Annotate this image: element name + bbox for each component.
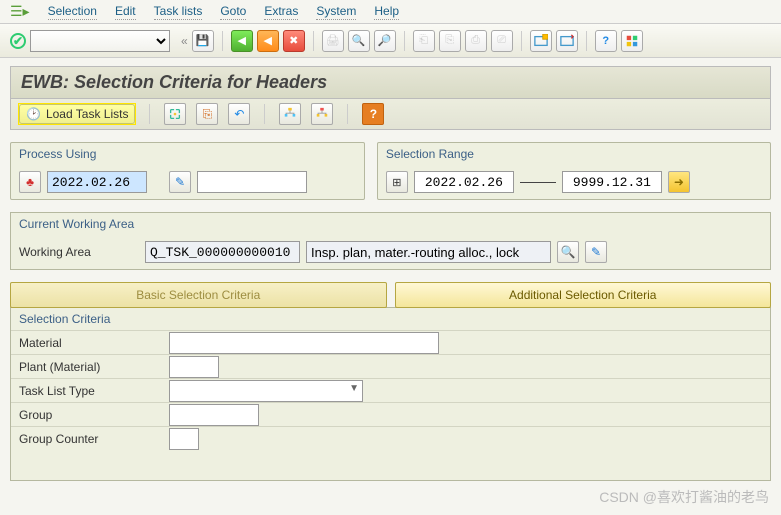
new-session-button[interactable] [530,30,552,52]
back-button[interactable]: ◀ [231,30,253,52]
undo-icon[interactable]: ↶ [228,103,250,125]
process-using-panel: Process Using ♣ ✎ [10,142,365,200]
info-button[interactable]: ? [362,103,384,125]
plant-field[interactable] [169,356,219,378]
system-toolbar: ✔ « 💾 ◀ ◀ ✖ 🖨 🔍 🔎 ⎗ ⎘ ⎙ ⎚ ? [0,24,781,58]
application-toolbar: 🕑 Load Task Lists ⎘ ↶ ? [10,99,771,130]
menu-task-lists[interactable]: Task lists [154,4,203,20]
counter-field[interactable] [169,428,199,450]
last-page-button[interactable]: ⎚ [491,30,513,52]
first-page-button[interactable]: ⎗ [413,30,435,52]
task-type-label: Task List Type [19,384,169,398]
task-type-field[interactable] [169,380,363,402]
key-date-field[interactable] [47,171,147,193]
back-hist-icon[interactable]: « [181,34,188,48]
sap-menu-icon[interactable]: ☰▸ [10,3,30,20]
change-no-field[interactable] [197,171,307,193]
find-next-button[interactable]: 🔎 [374,30,396,52]
menu-goto[interactable]: Goto [220,4,246,20]
menu-system[interactable]: System [316,4,356,20]
plant-label: Plant (Material) [19,360,169,374]
next-page-button[interactable]: ⎙ [465,30,487,52]
selection-range-panel: Selection Range ⊞ ➜ [377,142,771,200]
tab-strip: Basic Selection Criteria Additional Sele… [10,282,771,308]
working-area-id-field[interactable] [145,241,300,263]
process-using-title: Process Using [11,143,364,165]
menu-help[interactable]: Help [374,4,399,20]
working-area-panel: Current Working Area Working Area 🔍 ✎ [10,212,771,270]
range-action-icon[interactable]: ➜ [668,171,690,193]
material-label: Material [19,336,169,350]
load-task-lists-label: Load Task Lists [46,107,129,121]
change-no-icon[interactable]: ✎ [169,171,191,193]
working-area-label: Working Area [19,245,139,259]
content-area: EWB: Selection Criteria for Headers 🕑 Lo… [0,58,781,489]
menu-selection[interactable]: Selection [48,4,97,20]
tab-additional[interactable]: Additional Selection Criteria [395,282,772,308]
menu-bar: ☰▸ Selection Edit Task lists Goto Extras… [0,0,781,24]
group-field[interactable] [169,404,259,426]
edit-wa-button[interactable]: ✎ [585,241,607,263]
selection-criteria-title: Selection Criteria [11,308,770,330]
tab-basic[interactable]: Basic Selection Criteria [10,282,387,308]
page-title: EWB: Selection Criteria for Headers [10,66,771,99]
key-date-icon[interactable]: ♣ [19,171,41,193]
cancel-button[interactable]: ✖ [283,30,305,52]
enter-button[interactable]: ✔ [10,33,26,49]
working-area-desc-field [306,241,551,263]
layout-button[interactable] [556,30,578,52]
save-button[interactable]: 💾 [192,30,214,52]
range-from-field[interactable] [414,171,514,193]
command-field[interactable] [30,30,170,52]
range-dash [520,182,556,183]
help-button[interactable]: ? [595,30,617,52]
working-area-title: Current Working Area [11,213,770,235]
range-icon[interactable]: ⊞ [386,171,408,193]
hierarchy-b-icon[interactable] [311,103,333,125]
menu-edit[interactable]: Edit [115,4,136,20]
prev-page-button[interactable]: ⎘ [439,30,461,52]
copy-icon[interactable]: ⎘ [196,103,218,125]
range-to-field[interactable] [562,171,662,193]
search-wa-button[interactable]: 🔍 [557,241,579,263]
exit-button[interactable]: ◀ [257,30,279,52]
expand-icon[interactable] [164,103,186,125]
watermark: CSDN @喜欢打酱油的老鸟 [599,487,769,507]
selection-criteria-panel: Selection Criteria Material Plant (Mater… [10,307,771,481]
counter-label: Group Counter [19,432,169,446]
find-button[interactable]: 🔍 [348,30,370,52]
dropdown-icon[interactable]: ▼ [349,383,359,394]
clock-icon: 🕑 [26,107,41,121]
customize-button[interactable] [621,30,643,52]
material-field[interactable] [169,332,439,354]
load-task-lists-button[interactable]: 🕑 Load Task Lists [19,104,135,124]
group-label: Group [19,408,169,422]
hierarchy-a-icon[interactable] [279,103,301,125]
selection-range-title: Selection Range [378,143,770,165]
print-button[interactable]: 🖨 [322,30,344,52]
menu-extras[interactable]: Extras [264,4,298,20]
